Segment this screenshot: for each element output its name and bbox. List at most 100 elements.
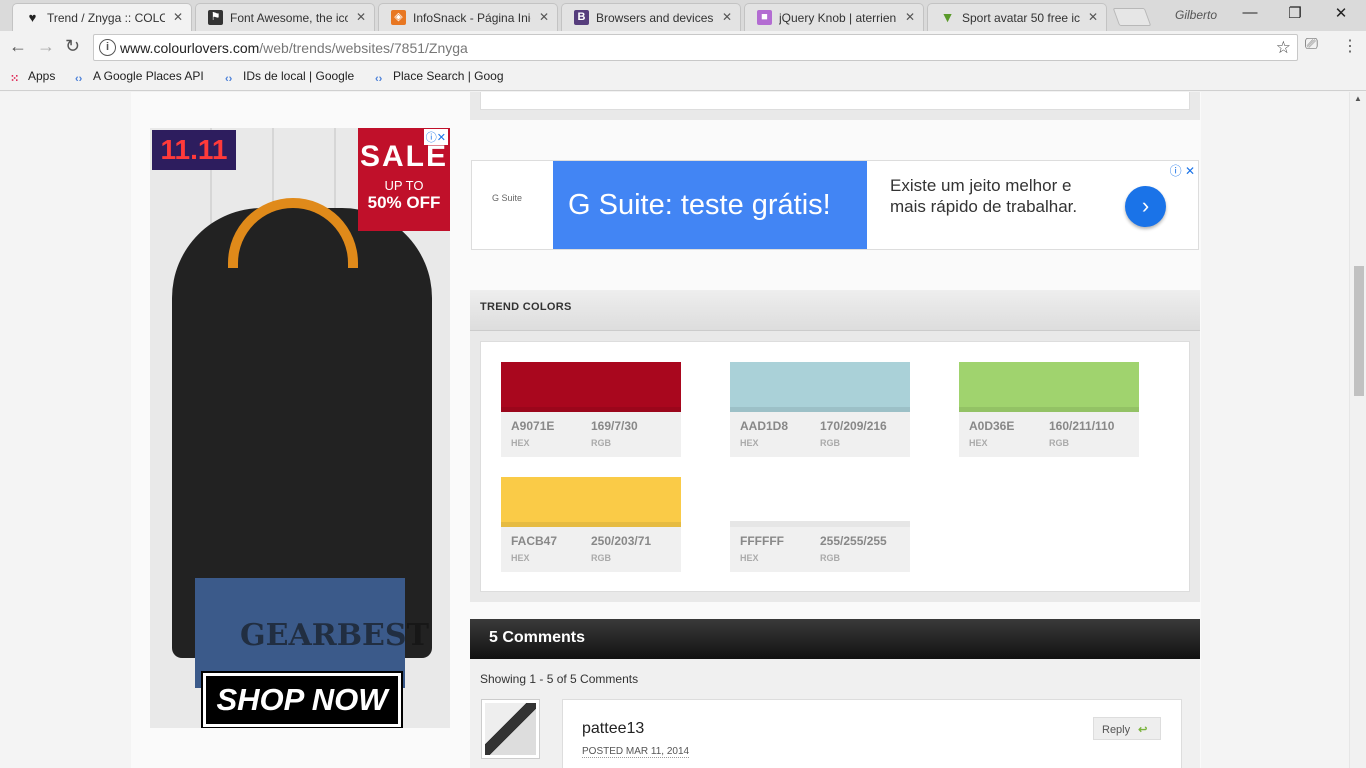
cast-icon[interactable]: ⎚ (1305, 36, 1318, 54)
swatch-color (501, 362, 681, 412)
close-icon[interactable]: ✕ (356, 10, 366, 24)
page-content: 11.11 SALE UP TO 50% OFF ⓘ✕ GEARBEST SHO… (131, 92, 1201, 768)
bootstrap-icon: B (574, 10, 589, 25)
gsuite-copy: Existe um jeito melhor e mais rápido de … (890, 176, 1078, 216)
google-dev-icon: ‹› (75, 73, 83, 85)
tab-title: Trend / Znyga :: COLOUR (47, 11, 165, 25)
comment-author[interactable]: pattee13 (582, 720, 644, 738)
avatar-image (485, 703, 536, 755)
close-icon[interactable]: ✕ (173, 10, 183, 24)
rgb-label: RGB (1049, 438, 1069, 448)
tab-sport-avatar[interactable]: ▼ Sport avatar 50 free ico ✕ (927, 3, 1107, 31)
tab-jquery-knob[interactable]: ■ jQuery Knob | aterrien ✕ (744, 3, 924, 31)
gearbest-ad[interactable]: 11.11 SALE UP TO 50% OFF ⓘ✕ GEARBEST SHO… (150, 128, 450, 728)
comment-date: POSTED MAR 11, 2014 (582, 746, 690, 758)
tab-title: jQuery Knob | aterrien (779, 11, 897, 25)
rgb-label: RGB (820, 553, 840, 563)
new-tab-button[interactable] (1112, 8, 1152, 26)
browser-chrome: ♥ Trend / Znyga :: COLOUR ✕ ⚑ Font Aweso… (0, 0, 1366, 92)
hex-value: FFFFFF (740, 534, 784, 548)
forward-icon[interactable]: → (37, 36, 55, 57)
back-icon[interactable]: ← (9, 36, 27, 57)
reload-icon[interactable]: ↻ (65, 36, 80, 57)
profile-button[interactable]: Gilberto (1175, 8, 1217, 22)
bookmark-place-search[interactable]: ‹› Place Search | Goog (375, 69, 504, 85)
minimize-icon[interactable]: — (1230, 4, 1270, 21)
filter-icon: ▼ (940, 9, 955, 25)
rgb-label: RGB (591, 553, 611, 563)
scrollbar[interactable]: ▲ (1349, 92, 1366, 768)
avatar[interactable] (481, 699, 540, 759)
tab-browsers-devices[interactable]: B Browsers and devices ✕ (561, 3, 741, 31)
hex-value: FACB47 (511, 534, 558, 548)
address-bar[interactable]: i www.colourlovers.com/web/trends/websit… (93, 34, 1298, 61)
tab-title: Font Awesome, the icon (230, 11, 348, 25)
discount-text: 50% OFF (367, 193, 441, 212)
knob-icon: ■ (757, 10, 772, 25)
adchoices-icon[interactable]: ⓘ✕ (423, 129, 448, 145)
color-swatch[interactable]: AAD1D8 170/209/216 HEX RGB (730, 362, 910, 457)
bookmark-label: Apps (28, 69, 56, 83)
scrollbar-thumb[interactable] (1354, 266, 1364, 396)
gsuite-logo: G Suite (492, 193, 523, 203)
bookmark-places-api[interactable]: ‹› A Google Places API (75, 69, 204, 85)
reply-button[interactable]: Reply ↩ (1093, 717, 1161, 740)
bookmark-label: Place Search | Goog (393, 69, 504, 83)
tab-font-awesome[interactable]: ⚑ Font Awesome, the icon ✕ (195, 3, 375, 31)
heart-icon: ♥ (28, 10, 37, 25)
close-icon[interactable]: ✕ (1088, 10, 1098, 24)
close-icon[interactable]: ✕ (539, 10, 549, 24)
window-close-icon[interactable]: ✕ (1321, 4, 1361, 22)
chevron-right-icon[interactable]: › (1125, 186, 1166, 227)
swatch-color (501, 477, 681, 527)
swatch-color (730, 362, 910, 412)
hex-label: HEX (740, 438, 759, 448)
close-icon[interactable]: ✕ (905, 10, 915, 24)
swatch-color (730, 477, 910, 527)
menu-icon[interactable]: ⋮ (1342, 36, 1358, 56)
toolbar: ← → ↻ i www.colourlovers.com/web/trends/… (0, 31, 1366, 64)
bookmark-label: IDs de local | Google (243, 69, 355, 83)
comments-heading: 5 Comments (470, 619, 1200, 659)
upto-text: UP TO (384, 178, 424, 193)
info-icon[interactable]: i (99, 39, 116, 56)
color-swatch[interactable]: FFFFFF 255/255/255 HEX RGB (730, 477, 910, 572)
google-dev-icon: ‹› (375, 73, 383, 85)
hex-label: HEX (511, 553, 530, 563)
tab-title: Browsers and devices (596, 11, 714, 25)
bookmark-label: A Google Places API (93, 69, 204, 83)
brand-logo: GEARBEST (240, 618, 429, 653)
rgb-value: 255/255/255 (820, 534, 887, 548)
adchoices-icon[interactable]: ⓘ ✕ (1170, 162, 1195, 179)
gsuite-headline[interactable]: G Suite: teste grátis! (553, 161, 867, 249)
close-icon[interactable]: ✕ (722, 10, 732, 24)
tab-title: InfoSnack - Página Inic (413, 11, 531, 25)
reply-label: Reply (1102, 724, 1131, 736)
previous-section (470, 92, 1200, 120)
tab-trend-znyga[interactable]: ♥ Trend / Znyga :: COLOUR ✕ (12, 3, 192, 31)
gsuite-ad[interactable]: G Suite G Suite: teste grátis! Existe um… (471, 160, 1199, 250)
shop-now-button[interactable]: SHOP NOW (201, 671, 403, 728)
hex-value: AAD1D8 (740, 419, 789, 433)
color-swatch[interactable]: FACB47 250/203/71 HEX RGB (501, 477, 681, 572)
tab-infosnack[interactable]: ◈ InfoSnack - Página Inic ✕ (378, 3, 558, 31)
bookmark-apps[interactable]: ⁙ Apps (10, 69, 55, 85)
google-dev-icon: ‹› (225, 73, 233, 85)
swatch-color (959, 362, 1139, 412)
reply-icon: ↩ (1138, 724, 1148, 736)
rgb-label: RGB (591, 438, 611, 448)
tab-title: Sport avatar 50 free ico (962, 11, 1080, 25)
ad-badge: 11.11 (152, 130, 236, 170)
rgb-value: 170/209/216 (820, 419, 887, 433)
url-host: www.colourlovers.com (120, 40, 260, 56)
bookmark-ids-local[interactable]: ‹› IDs de local | Google (225, 69, 354, 85)
restore-icon[interactable]: ❐ (1275, 4, 1315, 22)
bookmark-star-icon[interactable]: ☆ (1276, 38, 1291, 58)
rgb-label: RGB (820, 438, 840, 448)
scroll-up-icon[interactable]: ▲ (1354, 94, 1362, 103)
hex-value: A0D36E (969, 419, 1015, 433)
color-swatch[interactable]: A0D36E 160/211/110 HEX RGB (959, 362, 1139, 457)
infosnack-icon: ◈ (391, 10, 406, 25)
url-text[interactable]: www.colourlovers.com/web/trends/websites… (120, 40, 468, 56)
color-swatch[interactable]: A9071E 169/7/30 HEX RGB (501, 362, 681, 457)
